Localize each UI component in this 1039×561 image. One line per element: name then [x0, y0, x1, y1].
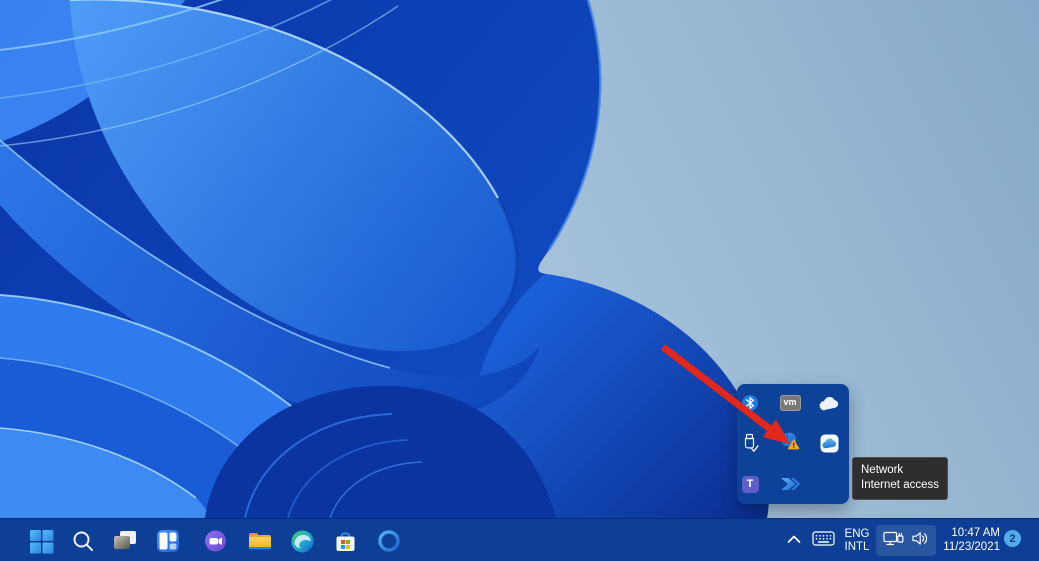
file-explorer-button[interactable]: [242, 523, 278, 559]
file-explorer-icon: [247, 529, 273, 553]
language-indicator[interactable]: ENG INTL: [838, 525, 876, 556]
bluetooth-icon[interactable]: [737, 390, 763, 416]
chevron-up-icon: [786, 532, 802, 550]
tooltip-line2: Internet access: [861, 479, 939, 491]
notification-count-badge[interactable]: 2: [1004, 530, 1021, 547]
widgets-button[interactable]: [150, 523, 186, 559]
usb-eject-icon[interactable]: [737, 430, 763, 456]
start-button[interactable]: [23, 523, 59, 559]
widgets-icon: [156, 529, 180, 553]
chat-icon: [203, 529, 228, 554]
task-view-button[interactable]: [107, 523, 143, 559]
power-automate-icon[interactable]: [777, 471, 803, 497]
clock[interactable]: 10:47 AM 11/23/2021: [936, 525, 1000, 556]
store-icon: [333, 529, 358, 554]
clock-time: 10:47 AM: [951, 527, 1000, 539]
taskbar: ENG INTL 10:47 AM 11/23/2021: [0, 518, 1039, 561]
task-view-icon: [112, 529, 138, 554]
tooltip-line1: Network: [861, 464, 904, 476]
search-icon: [71, 529, 95, 553]
edge-button[interactable]: [284, 523, 320, 559]
chat-button[interactable]: [197, 523, 233, 559]
store-button[interactable]: [327, 523, 363, 559]
edge-icon: [290, 529, 315, 554]
network-warning-icon[interactable]: [777, 429, 803, 455]
cortana-ring-icon: [377, 529, 401, 553]
windows-11-desktop: vm T Network Internet access ENG INTL 10…: [0, 0, 1039, 561]
network-tooltip: Network Internet access: [852, 457, 948, 500]
show-hidden-icons-button[interactable]: [781, 525, 807, 556]
bloom-art: [0, 0, 1039, 518]
vmware-label: vm: [779, 395, 801, 411]
language-line1: ENG: [844, 527, 870, 540]
volume-icon: [911, 530, 929, 552]
ethernet-network-icon: [883, 530, 904, 552]
cortana-button[interactable]: [371, 523, 407, 559]
notification-count: 2: [1009, 532, 1016, 545]
touch-keyboard-button[interactable]: [808, 525, 838, 556]
network-volume-tray-button[interactable]: [876, 525, 936, 556]
clock-date: 11/23/2021: [943, 540, 1000, 553]
tray-overflow-popup: vm T: [737, 384, 849, 504]
teams-icon[interactable]: T: [737, 471, 763, 497]
onedrive-icon[interactable]: [816, 391, 842, 417]
teams-label: T: [741, 475, 759, 493]
cloud-app-icon[interactable]: [816, 430, 842, 456]
search-button[interactable]: [65, 523, 101, 559]
language-line2: INTL: [844, 540, 870, 553]
keyboard-icon: [811, 530, 835, 552]
wallpaper-bloom: [0, 0, 1039, 518]
vmware-icon[interactable]: vm: [777, 390, 803, 416]
